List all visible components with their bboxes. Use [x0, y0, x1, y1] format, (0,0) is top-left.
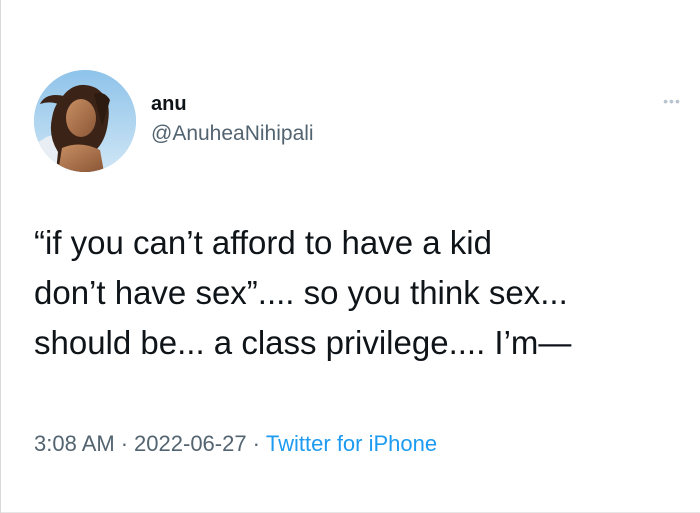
tweet-text-line: should be... a class privilege.... I’m—	[34, 324, 572, 361]
tweet-date[interactable]: 2022-06-27	[134, 431, 247, 456]
tweet-source-link[interactable]: Twitter for iPhone	[266, 431, 437, 456]
display-name[interactable]: anu	[151, 92, 314, 116]
tweet-header: anu @AnuheaNihipali •••	[34, 70, 688, 174]
tweet-card: anu @AnuheaNihipali ••• “if you can’t af…	[0, 0, 700, 513]
tweet-time[interactable]: 3:08 AM	[34, 431, 115, 456]
tweet-text: “if you can’t afford to have a kid don’t…	[34, 218, 696, 368]
tweet-meta: 3:08 AM · 2022-06-27 · Twitter for iPhone	[34, 429, 437, 459]
tweet-text-line: don’t have sex”.... so you think sex...	[34, 274, 568, 311]
tweet-text-line: “if you can’t afford to have a kid	[34, 224, 492, 261]
user-handle[interactable]: @AnuheaNihipali	[151, 122, 314, 146]
avatar[interactable]	[34, 70, 136, 172]
user-block: anu @AnuheaNihipali	[151, 92, 314, 146]
profile-photo-icon	[34, 70, 136, 172]
meta-separator: ·	[120, 431, 129, 456]
meta-separator: ·	[252, 431, 260, 456]
more-options-icon[interactable]: •••	[658, 94, 686, 108]
